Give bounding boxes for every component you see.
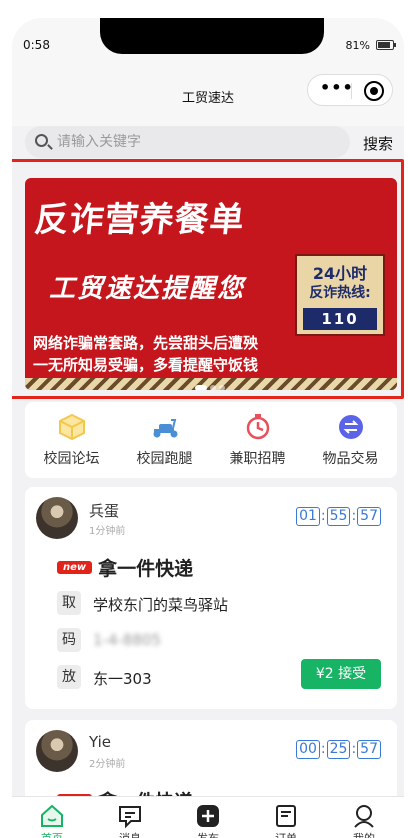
status-bar: 0:58 81%	[12, 18, 404, 62]
nav-bar: 工贸速达 •••	[12, 62, 404, 126]
category-jobs[interactable]: 兼职招聘	[211, 412, 304, 472]
exchange-icon	[338, 415, 363, 439]
timer-icon	[246, 414, 269, 440]
add-icon	[197, 805, 219, 827]
search-box[interactable]	[25, 126, 350, 158]
pickup-tag: 取	[57, 591, 81, 615]
dropoff-tag: 放	[57, 665, 81, 689]
post-time: 2分钟前	[89, 759, 126, 770]
pickup-code: 1-4-8805	[93, 631, 162, 649]
tab-label: 订单	[247, 830, 325, 838]
countdown-hours: 01	[296, 507, 320, 526]
more-icon[interactable]: •••	[320, 80, 353, 97]
task-heading: new 拿一件快递	[57, 554, 194, 580]
countdown-timer: 01:55:57	[296, 507, 381, 526]
countdown-seconds: 57	[357, 507, 381, 526]
search-button[interactable]: 搜索	[363, 133, 393, 154]
tab-label: 发布	[169, 830, 247, 838]
code-tag: 码	[57, 628, 81, 652]
category-trade[interactable]: 物品交易	[304, 412, 397, 472]
category-forum[interactable]: 校园论坛	[25, 412, 118, 472]
countdown-seconds: 57	[357, 740, 381, 759]
search-input[interactable]	[57, 126, 337, 158]
home-icon	[41, 804, 63, 827]
close-mini-program-icon[interactable]	[364, 81, 384, 101]
category-errand[interactable]: 校园跑腿	[118, 412, 211, 472]
mini-program-capsule: •••	[307, 74, 393, 106]
tab-label: 消息	[91, 830, 169, 838]
search-icon	[35, 134, 48, 147]
order-card[interactable]: 兵蛋 1分钟前 01:55:57 new 拿一件快递 取 学校东门的菜鸟驿站 码 …	[25, 487, 397, 709]
category-label: 校园论坛	[43, 451, 100, 467]
countdown-minutes: 55	[326, 507, 351, 526]
status-time: 0:58	[23, 38, 50, 52]
user-name: 兵蛋	[89, 502, 120, 520]
accept-button[interactable]: ¥2 接受	[301, 659, 381, 689]
phone-frame: 0:58 81% 工贸速达 ••• 搜索 反诈营养餐单 工贸速达提醒您 24小时	[0, 0, 408, 838]
capsule-divider	[351, 83, 352, 99]
tab-label: 我的	[325, 830, 403, 838]
category-label: 兼职招聘	[229, 451, 286, 467]
bottom-tab-bar: 首页 消息 发布 订单 我的	[12, 796, 404, 838]
profile-icon	[354, 805, 374, 828]
new-badge: new	[57, 561, 93, 574]
pickup-location: 学校东门的菜鸟驿站	[93, 596, 229, 614]
category-label: 校园跑腿	[136, 451, 193, 467]
category-label: 物品交易	[322, 451, 379, 467]
countdown-minutes: 25	[326, 740, 351, 759]
battery-percent: 81%	[345, 39, 370, 52]
tab-home[interactable]: 首页	[13, 803, 91, 838]
avatar[interactable]	[36, 730, 78, 772]
tab-profile[interactable]: 我的	[325, 803, 403, 838]
user-name: Yie	[89, 733, 112, 751]
scooter-icon	[153, 419, 177, 438]
task-title: 拿一件快递	[98, 558, 194, 580]
tab-publish[interactable]: 发布	[169, 803, 247, 838]
dropoff-location: 东一303	[93, 670, 152, 688]
message-icon	[119, 806, 141, 829]
battery-icon	[376, 40, 396, 50]
category-grid: 校园论坛 校园跑腿 兼职招聘 物品交易	[25, 402, 397, 478]
order-icon	[276, 805, 296, 827]
avatar[interactable]	[36, 497, 78, 539]
device-notch	[100, 18, 324, 54]
tab-messages[interactable]: 消息	[91, 803, 169, 838]
tab-label: 首页	[13, 830, 91, 838]
post-time: 1分钟前	[89, 526, 126, 537]
tab-orders[interactable]: 订单	[247, 803, 325, 838]
banner-highlight-outline	[12, 159, 404, 399]
app-screen: 0:58 81% 工贸速达 ••• 搜索 反诈营养餐单 工贸速达提醒您 24小时	[12, 18, 404, 838]
countdown-hours: 00	[296, 740, 320, 759]
forum-box-icon	[58, 413, 85, 441]
countdown-timer: 00:25:57	[296, 740, 381, 759]
